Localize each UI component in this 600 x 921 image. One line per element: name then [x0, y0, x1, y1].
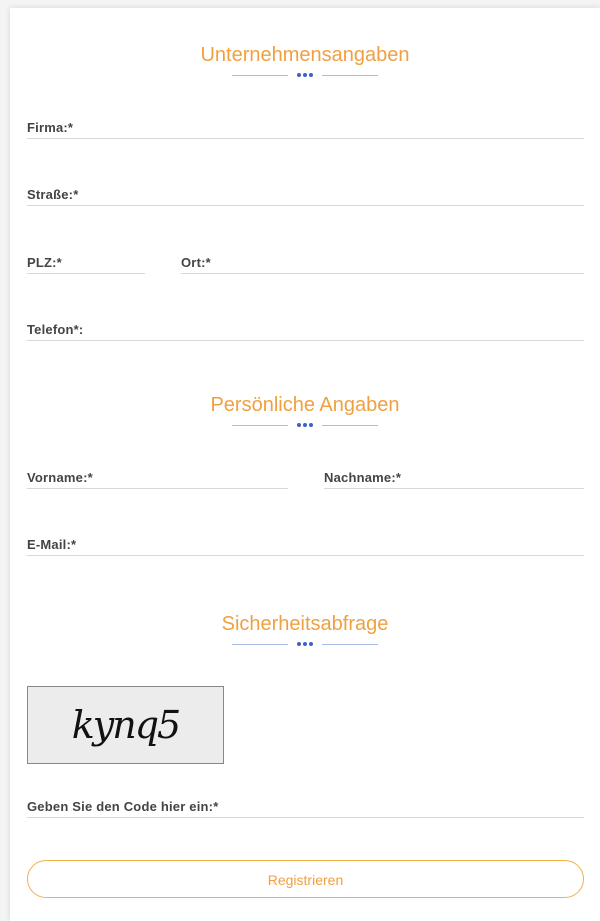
- plz-field[interactable]: PLZ:*: [27, 251, 149, 275]
- strasse-field[interactable]: Straße:*: [27, 183, 588, 207]
- section-title-personal: Persönliche Angaben: [210, 394, 400, 416]
- section-divider: [10, 640, 600, 648]
- captcha-code-field[interactable]: Geben Sie den Code hier ein:*: [27, 795, 588, 819]
- registration-form: Unternehmensangaben Firma:* Straße:* PLZ…: [10, 8, 600, 921]
- ort-field[interactable]: Ort:*: [181, 251, 588, 275]
- register-button[interactable]: Registrieren: [27, 860, 584, 898]
- email-input[interactable]: [27, 533, 588, 557]
- section-title-company: Unternehmensangaben: [200, 44, 410, 66]
- section-title-security: Sicherheitsabfrage: [221, 613, 389, 635]
- email-field[interactable]: E-Mail:*: [27, 533, 588, 557]
- firma-field[interactable]: Firma:*: [27, 116, 588, 140]
- captcha-text: kynq5: [71, 703, 181, 747]
- nachname-field[interactable]: Nachname:*: [324, 466, 588, 490]
- vorname-input[interactable]: [27, 466, 292, 490]
- strasse-input[interactable]: [27, 183, 588, 207]
- section-divider: [10, 421, 600, 429]
- telefon-input[interactable]: [27, 318, 588, 342]
- captcha-image: kynq5: [27, 686, 224, 764]
- captcha-code-input[interactable]: [27, 795, 588, 819]
- ort-input[interactable]: [181, 251, 588, 275]
- nachname-input[interactable]: [324, 466, 588, 490]
- telefon-field[interactable]: Telefon*:: [27, 318, 588, 342]
- firma-input[interactable]: [27, 116, 588, 140]
- vorname-field[interactable]: Vorname:*: [27, 466, 292, 490]
- section-divider: [10, 71, 600, 79]
- plz-input[interactable]: [27, 251, 149, 275]
